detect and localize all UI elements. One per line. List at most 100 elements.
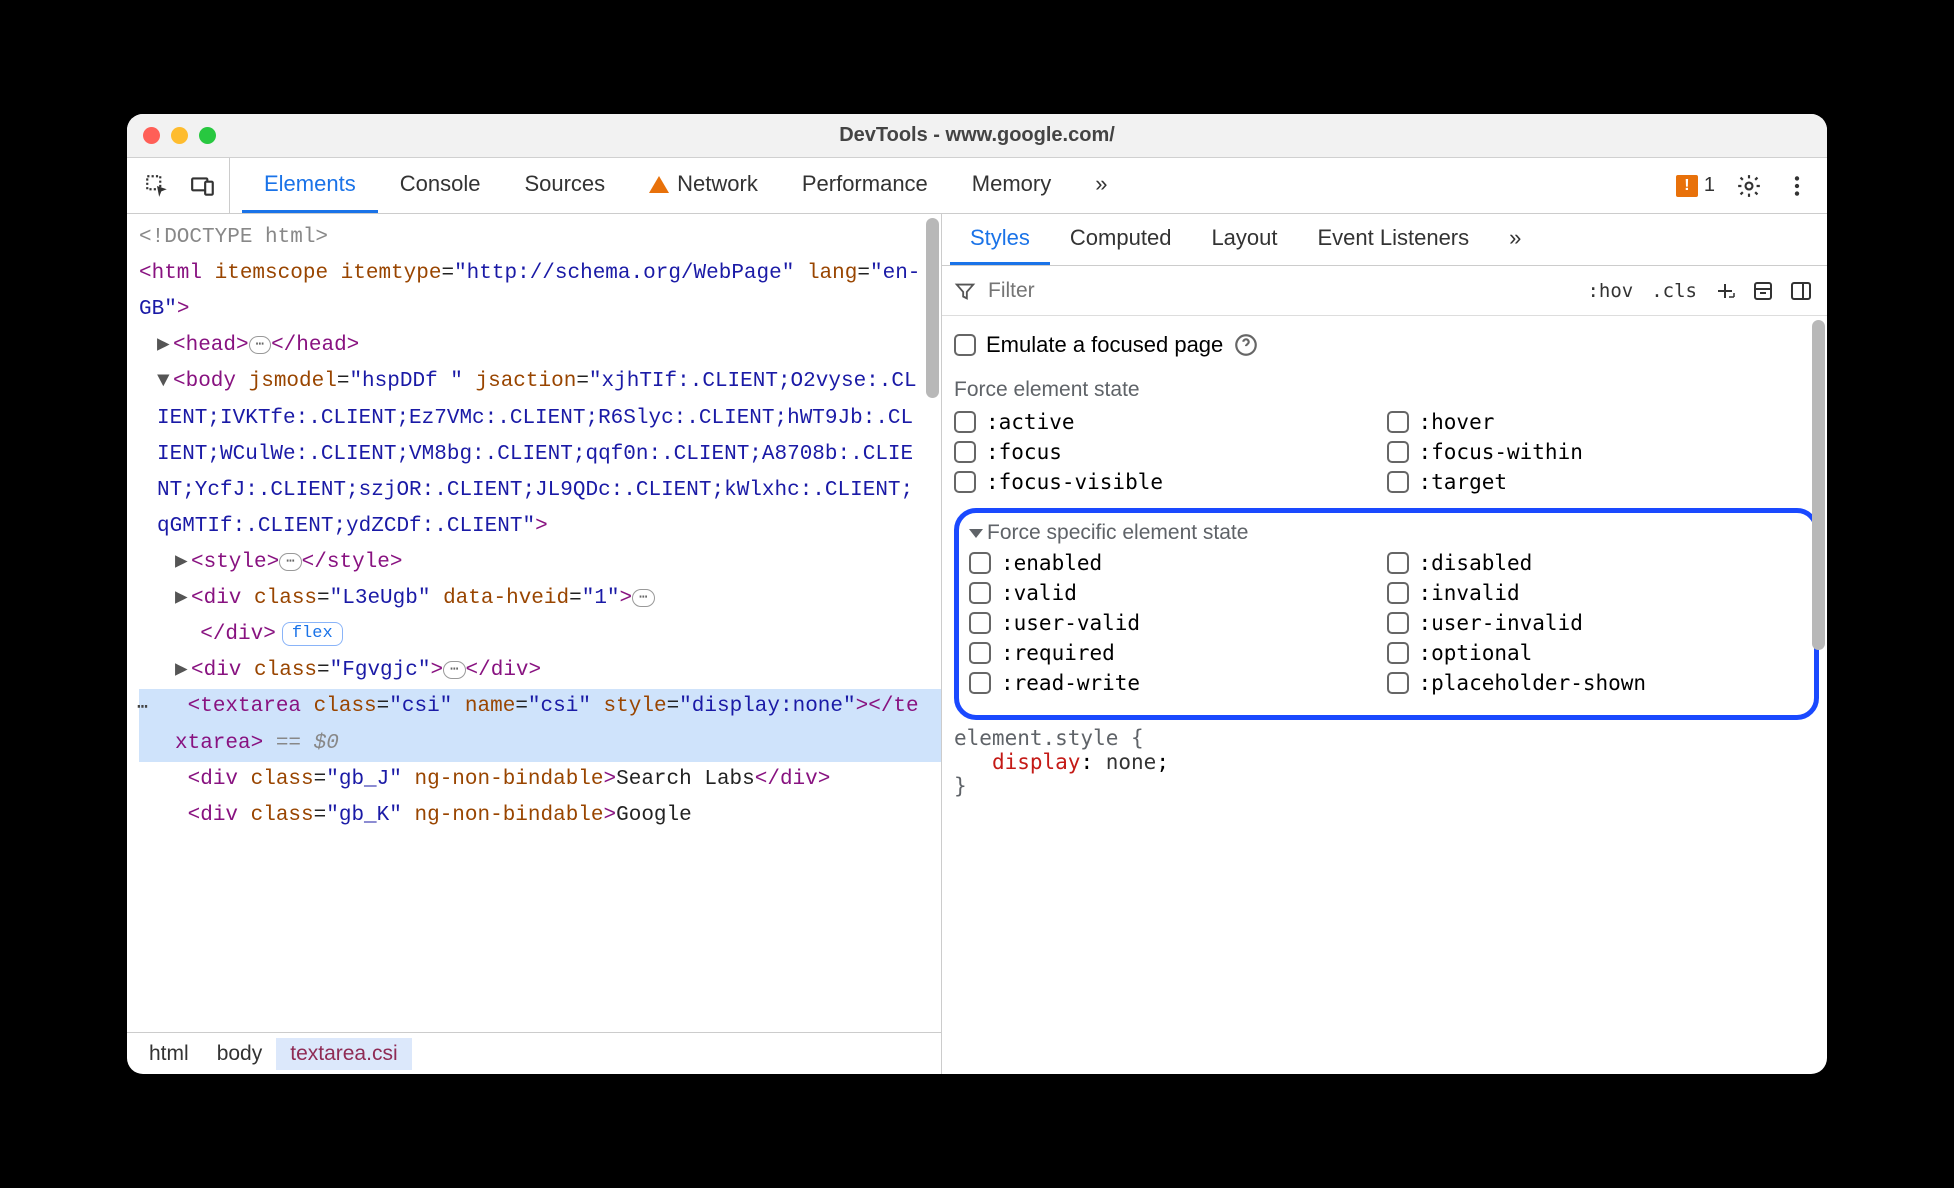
state-required[interactable]: :required <box>969 641 1387 665</box>
issues-count: 1 <box>1704 174 1715 197</box>
state-optional[interactable]: :optional <box>1387 641 1805 665</box>
subtabs-overflow[interactable]: » <box>1489 214 1541 265</box>
close-window-button[interactable] <box>143 127 160 144</box>
tab-memory[interactable]: Memory <box>950 158 1073 213</box>
checkbox[interactable] <box>1387 672 1409 694</box>
div-gbj-row[interactable]: <div class="gb_J" ng-non-bindable>Search… <box>139 762 941 798</box>
tab-performance[interactable]: Performance <box>780 158 950 213</box>
html-open-row[interactable]: <html itemscope itemtype="http://schema.… <box>139 256 941 328</box>
emulate-focused-checkbox[interactable] <box>954 334 976 356</box>
checkbox[interactable] <box>1387 441 1409 463</box>
issues-counter[interactable]: ! 1 <box>1676 174 1715 197</box>
checkbox[interactable] <box>1387 642 1409 664</box>
force-state-grid: :active :hover :focus :focus-within :foc… <box>954 408 1819 504</box>
head-row[interactable]: ▶<head>⋯</head> <box>139 328 941 364</box>
state-enabled[interactable]: :enabled <box>969 551 1387 575</box>
tab-elements[interactable]: Elements <box>242 158 378 213</box>
help-icon[interactable] <box>1233 332 1259 358</box>
doctype-row[interactable]: <!DOCTYPE html> <box>139 220 941 256</box>
subtab-computed[interactable]: Computed <box>1050 214 1192 265</box>
checkbox[interactable] <box>969 612 991 634</box>
subtab-layout[interactable]: Layout <box>1191 214 1297 265</box>
tab-console[interactable]: Console <box>378 158 503 213</box>
div-gbk-row[interactable]: <div class="gb_K" ng-non-bindable>Google <box>139 798 941 834</box>
filter-input[interactable] <box>986 278 1573 304</box>
state-target[interactable]: :target <box>1387 470 1820 494</box>
force-state-label: Force element state <box>954 372 1819 408</box>
ellipsis-icon[interactable]: ⋯ <box>632 589 654 607</box>
state-user-invalid[interactable]: :user-invalid <box>1387 611 1805 635</box>
window-title: DevTools - www.google.com/ <box>127 124 1827 147</box>
emulate-focused-label: Emulate a focused page <box>986 332 1223 358</box>
css-prop[interactable]: display <box>992 750 1081 774</box>
checkbox[interactable] <box>954 441 976 463</box>
cls-toggle[interactable]: .cls <box>1647 278 1701 304</box>
elements-panel: <!DOCTYPE html> <html itemscope itemtype… <box>127 214 942 1074</box>
subtab-event-listeners[interactable]: Event Listeners <box>1298 214 1490 265</box>
inspect-element-icon[interactable] <box>143 172 171 200</box>
dom-tree[interactable]: <!DOCTYPE html> <html itemscope itemtype… <box>127 214 941 1032</box>
state-disabled[interactable]: :disabled <box>1387 551 1805 575</box>
tab-sources[interactable]: Sources <box>502 158 627 213</box>
crumb-textarea[interactable]: textarea.csi <box>276 1038 411 1070</box>
flex-badge[interactable]: flex <box>282 622 343 646</box>
checkbox[interactable] <box>1387 552 1409 574</box>
force-specific-state-box: Force specific element state :enabled :d… <box>954 508 1819 720</box>
div-l3eugb-row[interactable]: ▶<div class="L3eUgb" data-hveid="1">⋯ </… <box>139 581 941 653</box>
ellipsis-icon[interactable]: ⋯ <box>443 661 465 679</box>
force-specific-grid: :enabled :disabled :valid :invalid :user… <box>969 549 1804 705</box>
minimize-window-button[interactable] <box>171 127 188 144</box>
subtab-styles[interactable]: Styles <box>950 214 1050 265</box>
checkbox[interactable] <box>1387 582 1409 604</box>
state-active[interactable]: :active <box>954 410 1387 434</box>
eq0-marker: == $0 <box>263 732 339 755</box>
hov-toggle[interactable]: :hov <box>1583 278 1637 304</box>
toolbar-right: ! 1 <box>1668 158 1819 213</box>
ellipsis-icon[interactable]: ⋯ <box>279 553 301 571</box>
settings-button[interactable] <box>1735 172 1763 200</box>
state-invalid[interactable]: :invalid <box>1387 581 1805 605</box>
body-open-row[interactable]: ▼<body jsmodel="hspDDf " jsaction="xjhTI… <box>139 364 941 545</box>
css-val[interactable]: none <box>1106 750 1157 774</box>
state-hover[interactable]: :hover <box>1387 410 1820 434</box>
styles-scrollbar[interactable] <box>1812 320 1825 650</box>
checkbox[interactable] <box>954 471 976 493</box>
device-toolbar-icon[interactable] <box>189 172 217 200</box>
toggle-sidebar-icon[interactable] <box>1787 277 1815 305</box>
crumb-body[interactable]: body <box>203 1038 277 1070</box>
zoom-window-button[interactable] <box>199 127 216 144</box>
checkbox[interactable] <box>1387 471 1409 493</box>
new-style-rule-button[interactable] <box>1711 277 1739 305</box>
force-specific-header[interactable]: Force specific element state <box>969 521 1804 549</box>
ellipsis-icon[interactable]: ⋯ <box>249 336 271 354</box>
state-read-write[interactable]: :read-write <box>969 671 1387 695</box>
textarea-row-selected[interactable]: <textarea class="csi" name="csi" style="… <box>139 689 941 761</box>
checkbox[interactable] <box>969 672 991 694</box>
state-valid[interactable]: :valid <box>969 581 1387 605</box>
style-row[interactable]: ▶<style>⋯</style> <box>139 545 941 581</box>
state-focus-within[interactable]: :focus-within <box>1387 440 1820 464</box>
checkbox[interactable] <box>954 411 976 433</box>
state-user-valid[interactable]: :user-valid <box>969 611 1387 635</box>
filter-icon <box>954 280 976 302</box>
emulate-focused-row[interactable]: Emulate a focused page <box>954 324 1819 372</box>
dom-scrollbar[interactable] <box>926 218 939 398</box>
checkbox[interactable] <box>1387 411 1409 433</box>
state-focus-visible[interactable]: :focus-visible <box>954 470 1387 494</box>
checkbox[interactable] <box>1387 612 1409 634</box>
tab-network[interactable]: Network <box>627 158 780 213</box>
computed-styles-toggle-icon[interactable] <box>1749 277 1777 305</box>
state-focus[interactable]: :focus <box>954 440 1387 464</box>
element-style-block[interactable]: element.style { display: none; } <box>954 720 1819 798</box>
breadcrumb-bar: html body textarea.csi <box>127 1032 941 1074</box>
state-placeholder-shown[interactable]: :placeholder-shown <box>1387 671 1805 695</box>
kebab-menu-button[interactable] <box>1783 172 1811 200</box>
div-fgvgjc-row[interactable]: ▶<div class="Fgvgjc">⋯</div> <box>139 653 941 689</box>
checkbox[interactable] <box>969 642 991 664</box>
checkbox[interactable] <box>969 582 991 604</box>
warning-icon <box>649 176 669 193</box>
tabs-overflow[interactable]: » <box>1073 158 1129 213</box>
sub-tabs: Styles Computed Layout Event Listeners » <box>942 214 1827 266</box>
crumb-html[interactable]: html <box>135 1038 203 1070</box>
checkbox[interactable] <box>969 552 991 574</box>
